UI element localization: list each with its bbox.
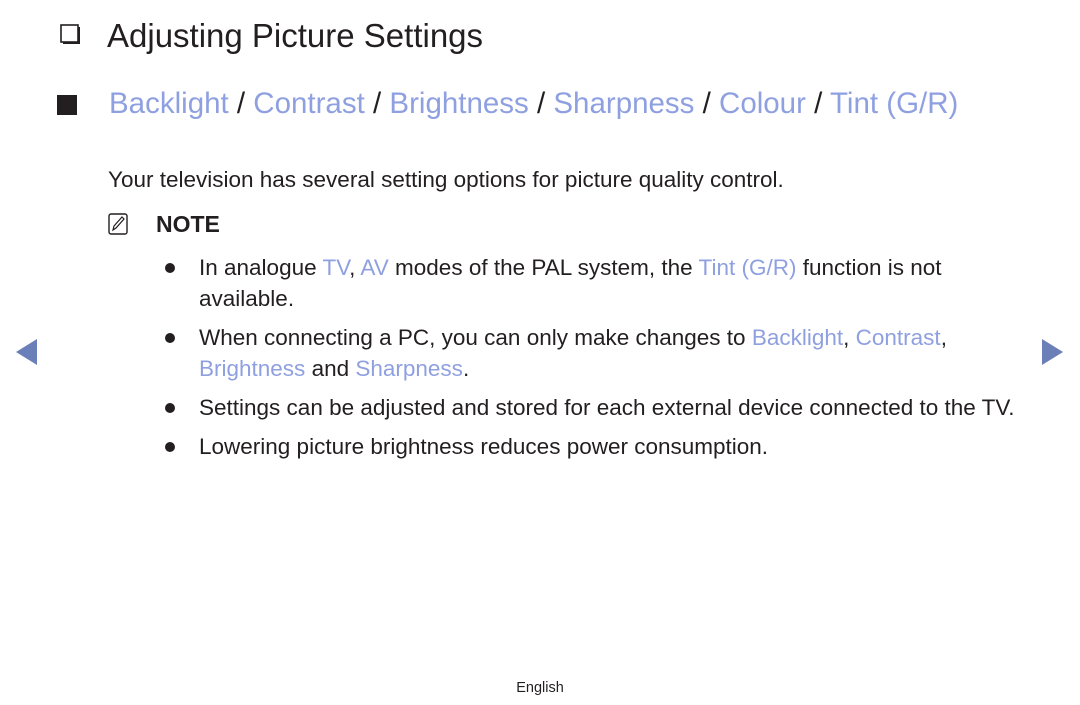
intro-text: Your television has several setting opti… bbox=[108, 167, 784, 192]
section-title: Backlight / Contrast / Brightness / Shar… bbox=[109, 86, 1039, 121]
highlighted-term: Brightness bbox=[199, 356, 306, 381]
footer-language: English bbox=[516, 680, 564, 696]
title-separator: / bbox=[805, 87, 830, 120]
list-item: When connecting a PC, you can only make … bbox=[165, 322, 1025, 384]
bullet-text: . bbox=[462, 356, 470, 381]
bullet-dot-icon bbox=[165, 403, 175, 413]
bullet-text: modes of the PAL system, the bbox=[388, 255, 699, 280]
title-separator: / bbox=[694, 87, 720, 120]
triangle-right-icon[interactable] bbox=[1042, 339, 1063, 365]
highlighted-term: Backlight bbox=[751, 325, 844, 350]
section-item-link[interactable]: Brightness bbox=[389, 87, 528, 120]
triangle-left-icon[interactable] bbox=[16, 339, 37, 365]
highlighted-term: Tint (G/R) bbox=[698, 255, 797, 280]
section-item-link[interactable]: Sharpness bbox=[553, 87, 694, 120]
title-separator: / bbox=[528, 87, 554, 120]
bullet-text: Lowering picture brightness reduces powe… bbox=[199, 434, 769, 459]
bullet-dot-icon bbox=[165, 333, 175, 343]
bullet-text: Settings can be adjusted and stored for … bbox=[199, 395, 1015, 420]
bullet-text: , bbox=[843, 325, 856, 350]
bullet-text: , bbox=[349, 255, 361, 280]
title-separator: / bbox=[364, 87, 390, 120]
filled-square-icon bbox=[57, 95, 77, 115]
bullet-text: In analogue bbox=[199, 255, 323, 280]
note-pencil-icon bbox=[108, 213, 128, 235]
highlighted-term: Sharpness bbox=[355, 356, 463, 381]
highlighted-term: Contrast bbox=[855, 325, 941, 350]
bullet-text: When connecting a PC, you can only make … bbox=[199, 325, 752, 350]
title-separator: / bbox=[228, 87, 254, 120]
list-item: In analogue TV, AV modes of the PAL syst… bbox=[165, 252, 1025, 314]
page-title: Adjusting Picture Settings bbox=[107, 17, 484, 54]
checkbox-outline-icon bbox=[60, 24, 80, 44]
section-item-link[interactable]: Backlight bbox=[109, 87, 229, 120]
list-item: Lowering picture brightness reduces powe… bbox=[165, 431, 1025, 462]
list-item: Settings can be adjusted and stored for … bbox=[165, 392, 1025, 423]
section-item-link[interactable]: Contrast bbox=[253, 87, 365, 120]
section-item-link[interactable]: Tint (G/R) bbox=[830, 87, 958, 120]
bullet-text: , bbox=[940, 325, 947, 350]
bullet-dot-icon bbox=[165, 442, 175, 452]
bullet-dot-icon bbox=[165, 263, 175, 273]
highlighted-term: TV bbox=[322, 255, 350, 280]
bullet-text: and bbox=[305, 356, 356, 381]
note-label: NOTE bbox=[156, 211, 220, 237]
highlighted-term: AV bbox=[360, 255, 389, 280]
note-bullet-list: In analogue TV, AV modes of the PAL syst… bbox=[165, 252, 1025, 470]
section-item-link[interactable]: Colour bbox=[719, 87, 806, 120]
